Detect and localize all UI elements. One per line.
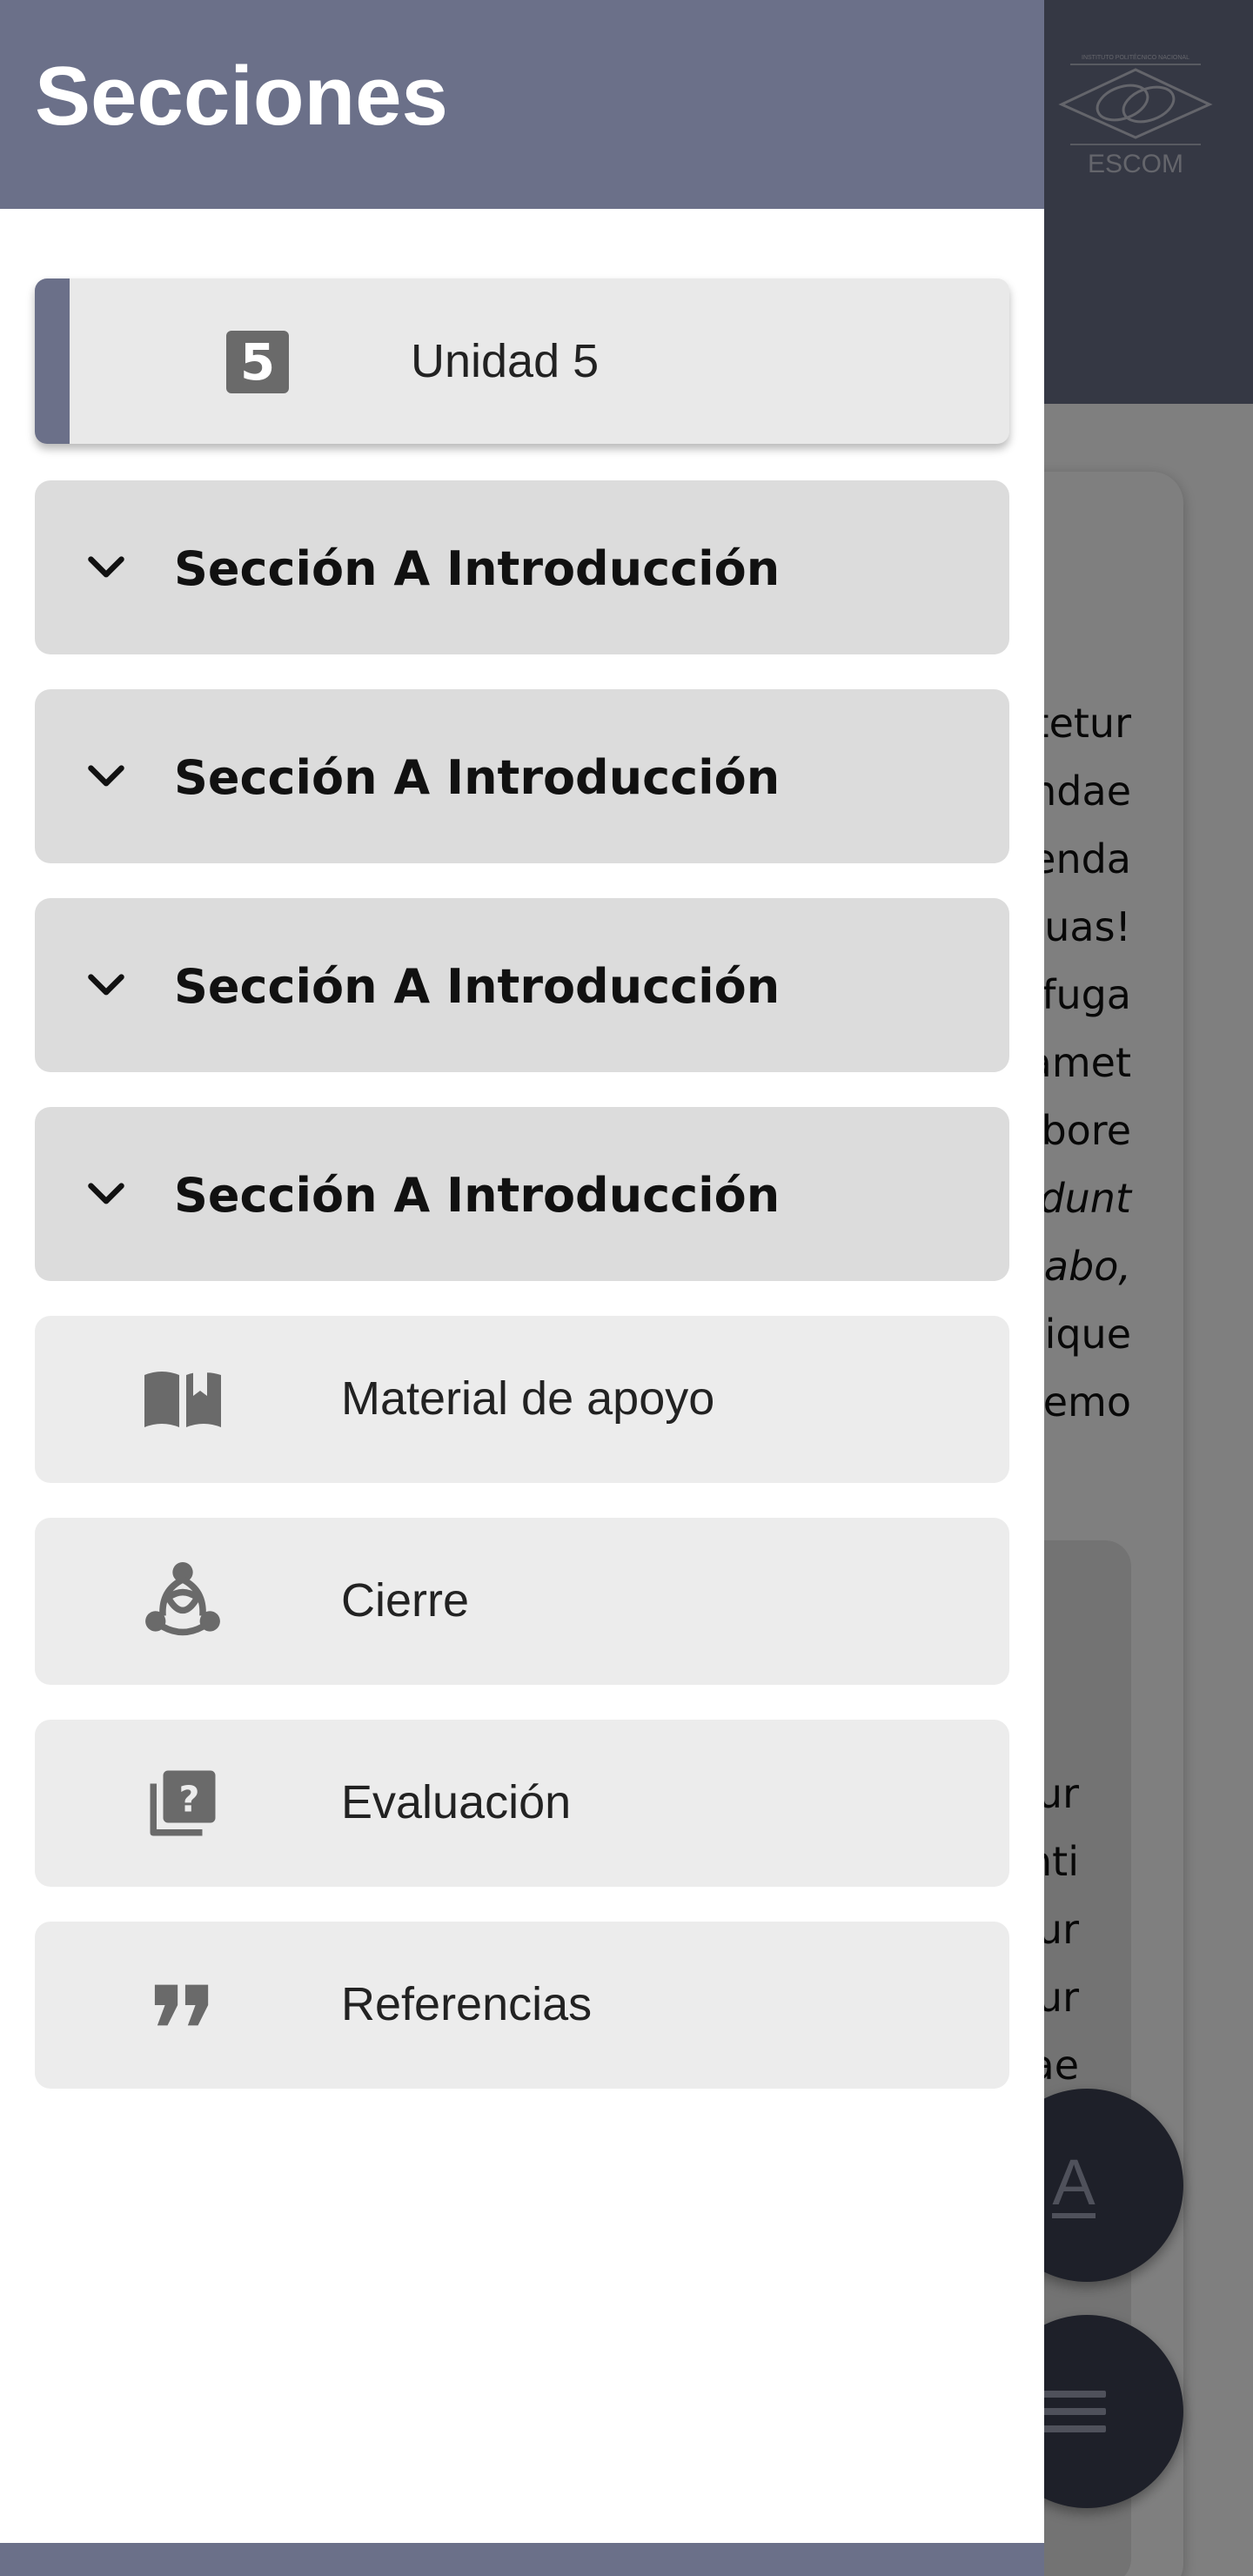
menu-item-label: Referencias — [341, 1978, 593, 2030]
navigation-drawer: Secciones 5 Unidad 5 Sección A Introducc… — [0, 0, 1044, 2576]
drawer-title: Secciones — [35, 50, 448, 143]
menu-item-label: Evaluación — [341, 1776, 572, 1828]
section-item[interactable]: Sección A Introducción — [35, 480, 1009, 654]
section-label: Sección A Introducción — [174, 1168, 781, 1223]
chevron-down-icon — [88, 974, 124, 996]
book-open-icon — [139, 1356, 226, 1443]
section-label: Sección A Introducción — [174, 750, 781, 805]
section-item[interactable]: Sección A Introducción — [35, 689, 1009, 863]
unit-selector[interactable]: 5 Unidad 5 — [35, 278, 1009, 444]
menu-item-material-de-apoyo[interactable]: Material de apoyo — [35, 1316, 1009, 1483]
quiz-icon: ? — [139, 1760, 226, 1847]
drawer-footer-bar — [0, 2543, 1044, 2576]
menu-item-label: Cierre — [341, 1574, 470, 1627]
menu-item-evaluacion[interactable]: ? Evaluación — [35, 1720, 1009, 1887]
section-label: Sección A Introducción — [174, 959, 781, 1014]
unit-label: Unidad 5 — [411, 335, 600, 387]
menu-item-label: Material de apoyo — [341, 1372, 715, 1425]
menu-item-cierre[interactable]: Cierre — [35, 1518, 1009, 1685]
section-item[interactable]: Sección A Introducción — [35, 898, 1009, 1072]
chevron-down-icon — [88, 1183, 124, 1204]
menu-item-referencias[interactable]: Referencias — [35, 1922, 1009, 2089]
drawer-header: Secciones — [0, 0, 1044, 209]
chevron-down-icon — [88, 556, 124, 578]
section-label: Sección A Introducción — [174, 541, 781, 596]
svg-text:?: ? — [179, 1778, 200, 1820]
chevron-down-icon — [88, 765, 124, 787]
section-item[interactable]: Sección A Introducción — [35, 1107, 1009, 1281]
unit-number-icon: 5 — [226, 331, 289, 393]
molecule-icon — [139, 1558, 226, 1645]
quote-icon — [139, 1962, 226, 2049]
